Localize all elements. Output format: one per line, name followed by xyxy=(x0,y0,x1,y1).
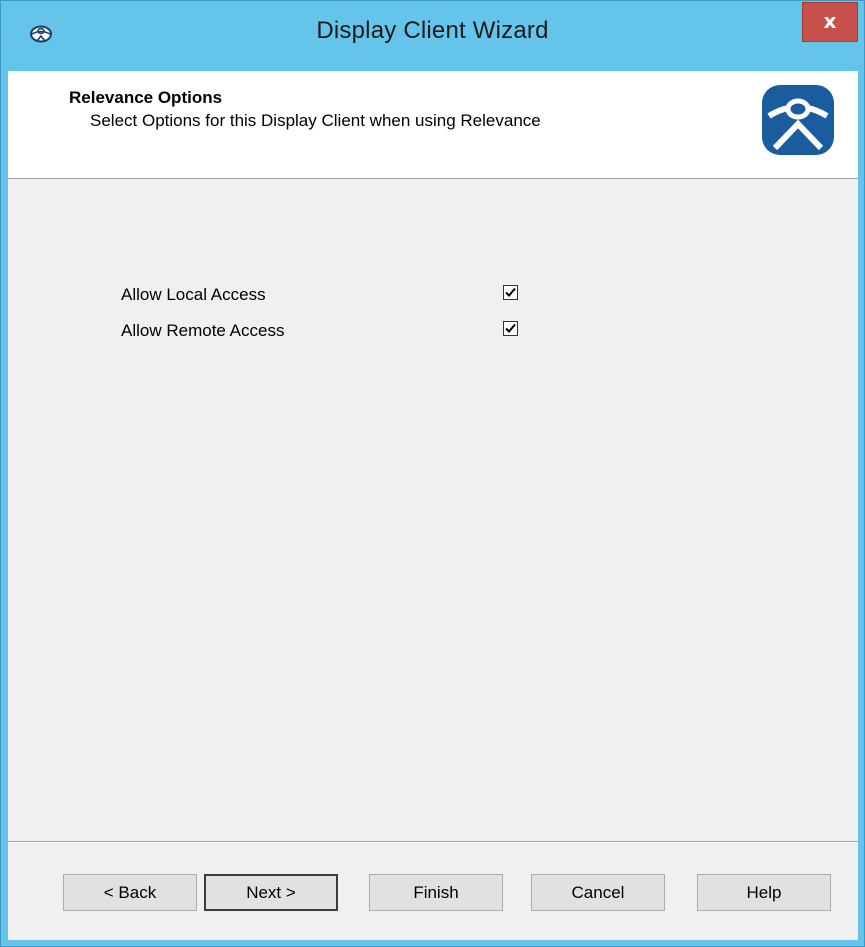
allow-local-access-label: Allow Local Access xyxy=(121,285,266,304)
window-title: Display Client Wizard xyxy=(316,17,549,44)
allow-local-access-checkbox[interactable] xyxy=(503,285,518,300)
wizard-header: Relevance Options Select Options for thi… xyxy=(8,71,858,179)
option-row-remote-access: Allow Remote Access xyxy=(121,319,581,343)
help-button[interactable]: Help xyxy=(697,874,831,911)
allow-remote-access-label: Allow Remote Access xyxy=(121,321,285,340)
title-bar[interactable]: Display Client Wizard x xyxy=(1,1,864,71)
next-button[interactable]: Next > xyxy=(204,874,338,911)
wizard-window: Display Client Wizard x Relevance Option… xyxy=(0,0,865,947)
page-title: Relevance Options xyxy=(69,88,223,107)
checkmark-icon xyxy=(505,287,516,297)
cancel-button[interactable]: Cancel xyxy=(531,874,665,911)
checkmark-icon xyxy=(505,323,516,333)
finish-button[interactable]: Finish xyxy=(369,874,503,911)
close-button[interactable]: x xyxy=(802,2,858,42)
wizard-body: Relevance Options Select Options for thi… xyxy=(8,71,858,940)
page-subtitle: Select Options for this Display Client w… xyxy=(90,111,541,130)
option-row-local-access: Allow Local Access xyxy=(121,283,581,307)
allow-remote-access-checkbox[interactable] xyxy=(503,321,518,336)
footer-divider xyxy=(8,841,858,843)
back-button[interactable]: < Back xyxy=(63,874,197,911)
thinmanager-logo-icon xyxy=(761,84,835,156)
